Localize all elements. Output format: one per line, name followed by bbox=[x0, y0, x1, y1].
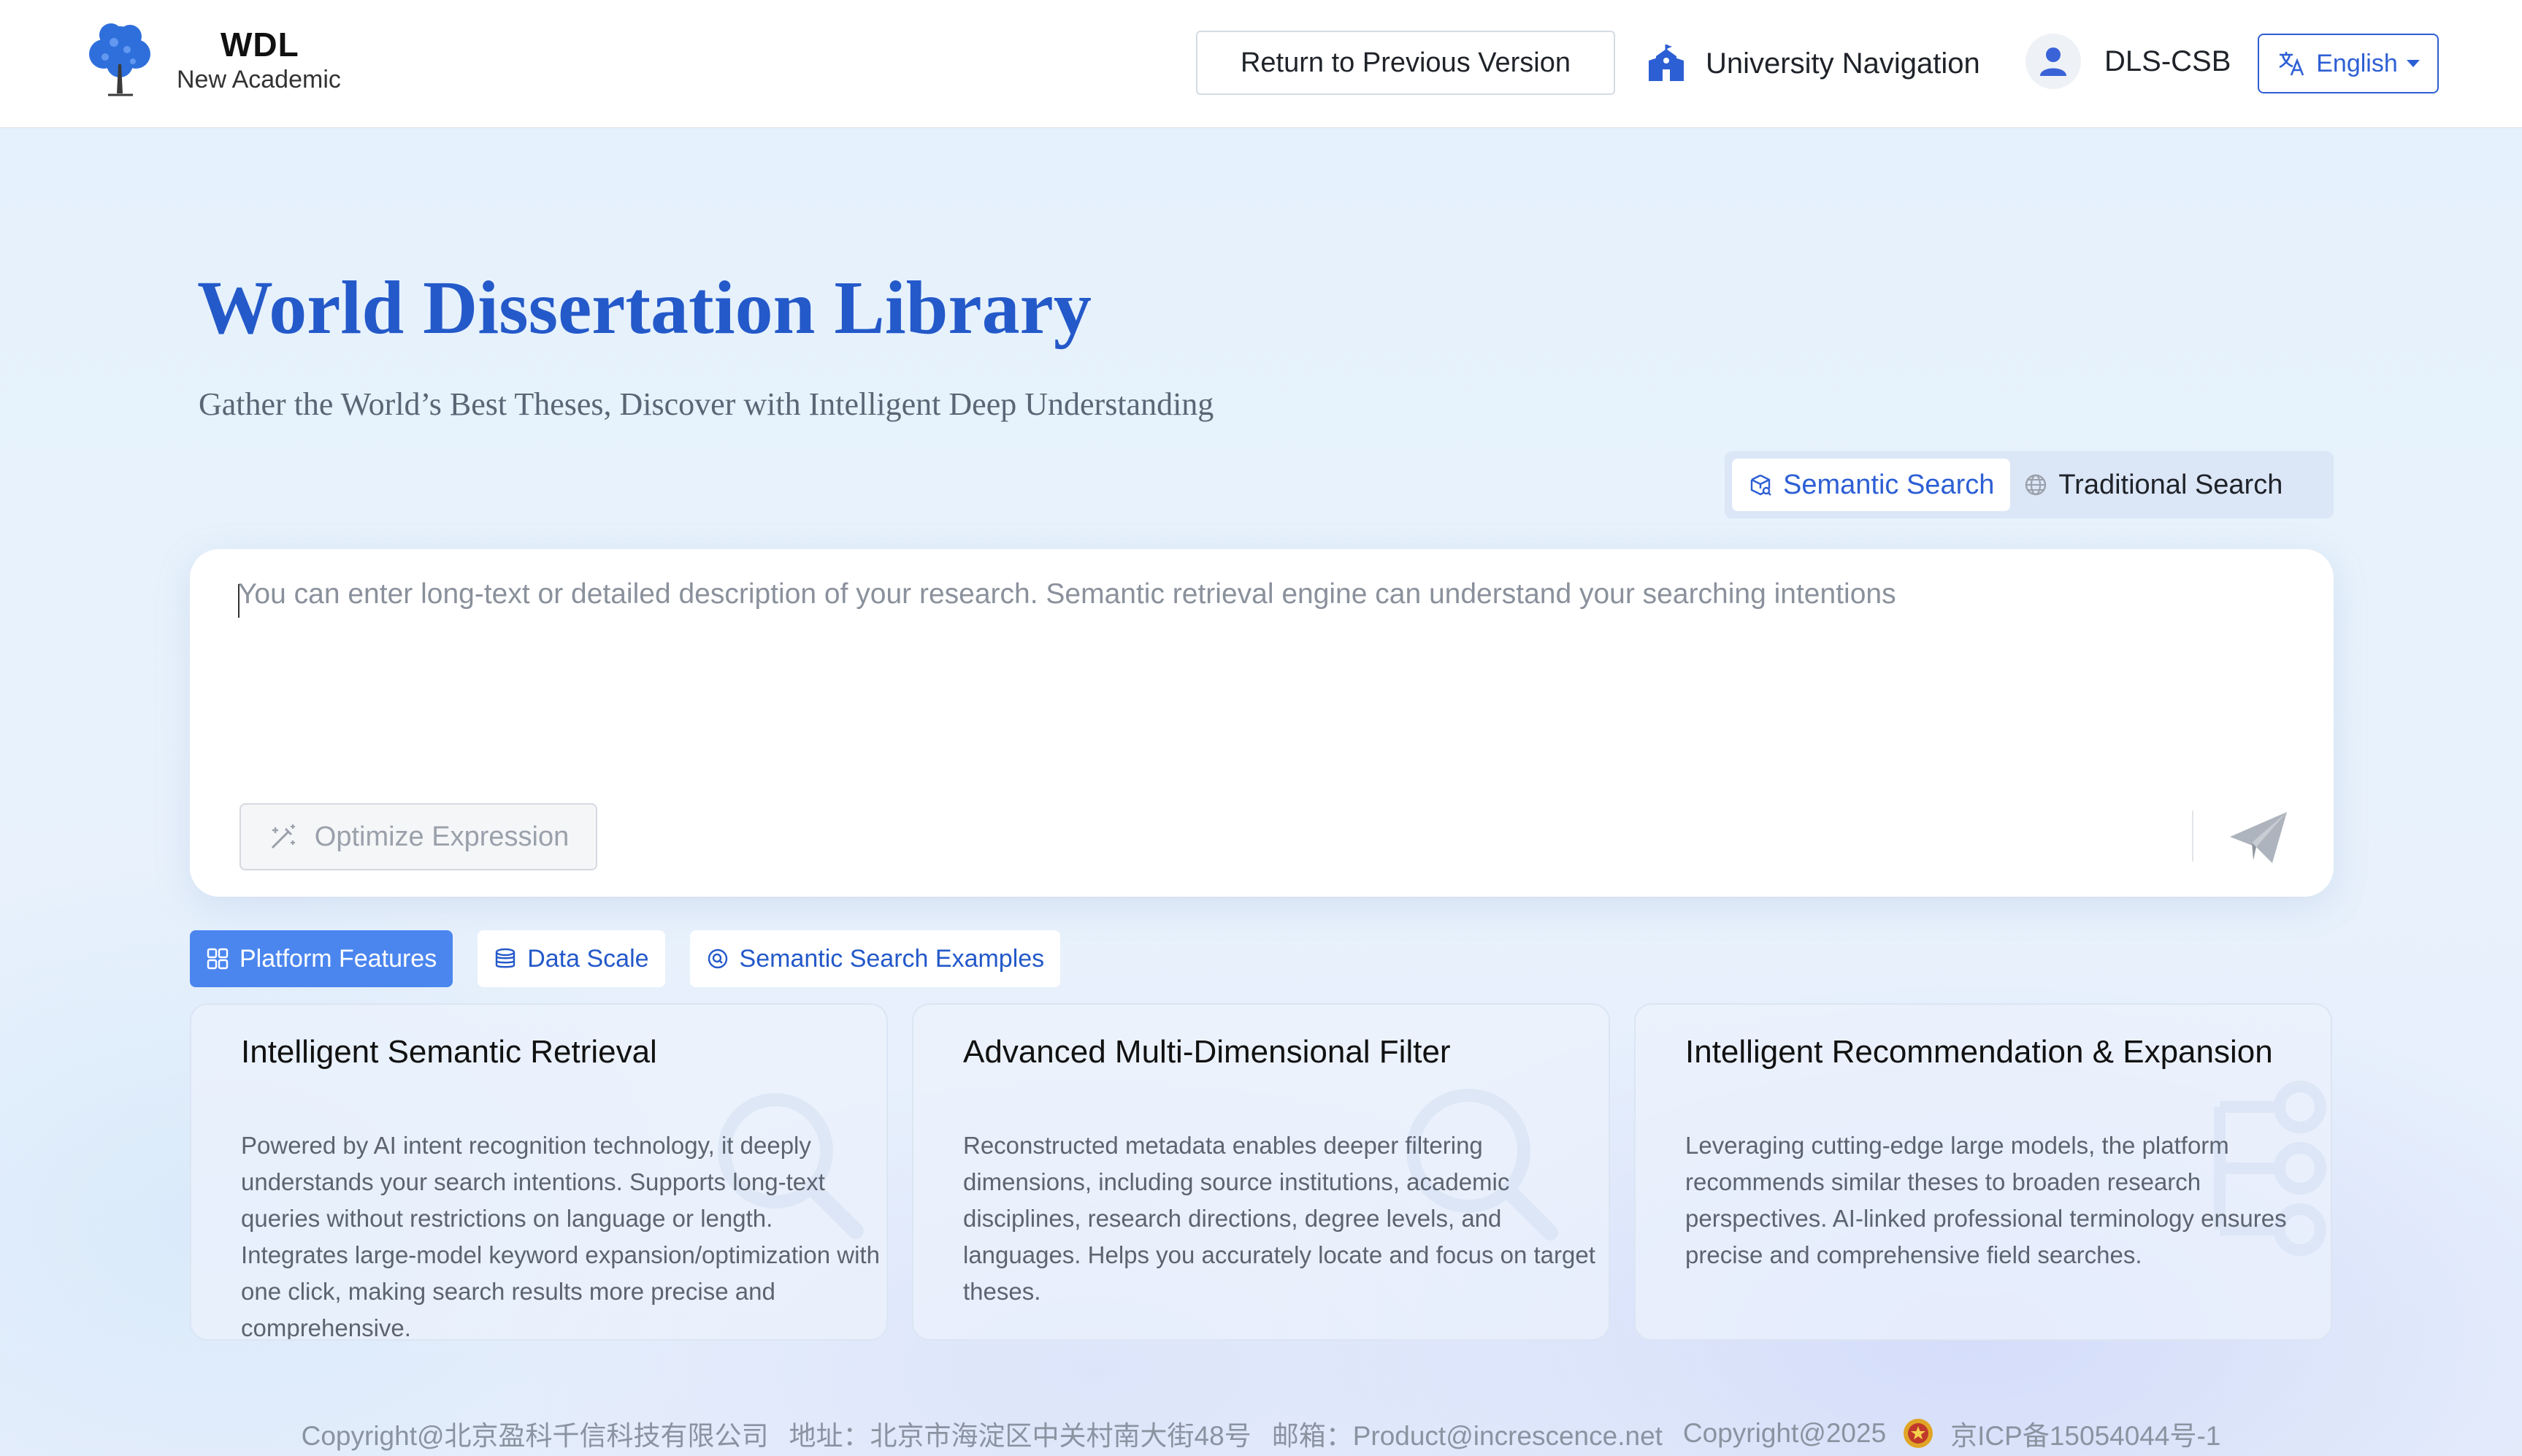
user-menu[interactable]: DLS-CSB bbox=[2025, 34, 2231, 89]
optimize-expression-label: Optimize Expression bbox=[314, 821, 570, 852]
grid-icon bbox=[207, 948, 229, 970]
search-input[interactable] bbox=[238, 578, 2283, 724]
footer-address: 地址：北京市海淀区中关村南大街48号 bbox=[789, 1421, 1252, 1451]
card-description: Leveraging cutting-edge large models, th… bbox=[1685, 1132, 2287, 1268]
logo-subtitle: New Academic bbox=[177, 66, 341, 93]
user-icon bbox=[2040, 47, 2066, 76]
tab-semantic-search[interactable]: Semantic Search bbox=[1732, 459, 2011, 511]
optimize-expression-button[interactable]: Optimize Expression bbox=[239, 803, 597, 870]
magic-wand-icon bbox=[271, 824, 295, 849]
tab-platform-features-label: Platform Features bbox=[239, 944, 437, 973]
text-cursor bbox=[238, 584, 239, 618]
tab-traditional-search[interactable]: Traditional Search bbox=[2010, 459, 2299, 511]
footer-copyright-year: Copyright@2025 bbox=[1682, 1418, 1887, 1448]
user-avatar-icon[interactable] bbox=[2025, 34, 2081, 89]
page-subtitle: Gather the World’s Best Theses, Discover… bbox=[199, 386, 1214, 422]
university-navigation-label: University Navigation bbox=[1706, 47, 1980, 80]
footer: Copyright@北京盈科千信科技有限公司 地址：北京市海淀区中关村南大街48… bbox=[0, 1414, 2522, 1453]
tab-semantic-search-label: Semantic Search bbox=[1783, 469, 1995, 500]
logo-tree-icon[interactable] bbox=[82, 20, 158, 99]
police-badge-icon bbox=[1904, 1419, 1933, 1448]
user-name: DLS-CSB bbox=[2104, 45, 2231, 77]
translate-icon bbox=[2279, 52, 2304, 76]
card-title: Advanced Multi-Dimensional Filter bbox=[963, 1034, 1451, 1070]
footer-company: Copyright@北京盈科千信科技有限公司 bbox=[301, 1421, 769, 1451]
search-circle-icon bbox=[708, 949, 727, 969]
feature-card-multidimensional-filter: Advanced Multi-Dimensional Filter Recons… bbox=[912, 1003, 1610, 1341]
search-box: Optimize Expression bbox=[190, 549, 2334, 897]
tab-data-scale-label: Data Scale bbox=[527, 944, 649, 973]
language-label: English bbox=[2316, 49, 2398, 77]
divider bbox=[2192, 811, 2193, 862]
footer-icp[interactable]: 京ICP备15054044号-1 bbox=[1950, 1414, 2220, 1453]
feature-card-semantic-retrieval: Intelligent Semantic Retrieval Powered b… bbox=[190, 1003, 888, 1341]
top-header: WDL New Academic Return to Previous Vers… bbox=[0, 0, 2522, 129]
cube-search-icon bbox=[1750, 474, 1771, 496]
feature-tabs: Platform Features Data Scale Semantic Se… bbox=[190, 930, 1085, 987]
card-title: Intelligent Semantic Retrieval bbox=[241, 1034, 657, 1070]
tab-semantic-search-examples[interactable]: Semantic Search Examples bbox=[689, 930, 1061, 987]
database-icon bbox=[496, 948, 515, 968]
university-navigation-link[interactable]: University Navigation bbox=[1646, 41, 1980, 86]
globe-icon bbox=[2025, 474, 2047, 496]
search-mode-switch: Semantic Search Traditional Search bbox=[1725, 451, 2334, 518]
chevron-down-icon bbox=[2406, 60, 2420, 67]
feature-card-recommendation-expansion: Intelligent Recommendation & Expansion L… bbox=[1634, 1003, 2332, 1341]
card-description: Powered by AI intent recognition technol… bbox=[241, 1132, 880, 1341]
card-title: Intelligent Recommendation & Expansion bbox=[1685, 1034, 2273, 1070]
logo-title: WDL bbox=[221, 26, 299, 64]
footer-email[interactable]: 邮箱：Product@increscence.net bbox=[1272, 1414, 1663, 1453]
card-description: Reconstructed metadata enables deeper fi… bbox=[963, 1132, 1595, 1305]
tab-platform-features[interactable]: Platform Features bbox=[190, 930, 453, 987]
tab-semantic-search-examples-label: Semantic Search Examples bbox=[739, 944, 1045, 973]
paper-plane-icon[interactable] bbox=[2226, 805, 2291, 870]
language-select[interactable]: English bbox=[2258, 34, 2439, 93]
school-building-icon bbox=[1649, 45, 1684, 81]
tab-traditional-search-label: Traditional Search bbox=[2058, 469, 2283, 500]
page-title: World Dissertation Library bbox=[197, 266, 1092, 350]
return-previous-version-button[interactable]: Return to Previous Version bbox=[1196, 31, 1615, 95]
tab-data-scale[interactable]: Data Scale bbox=[478, 930, 665, 987]
